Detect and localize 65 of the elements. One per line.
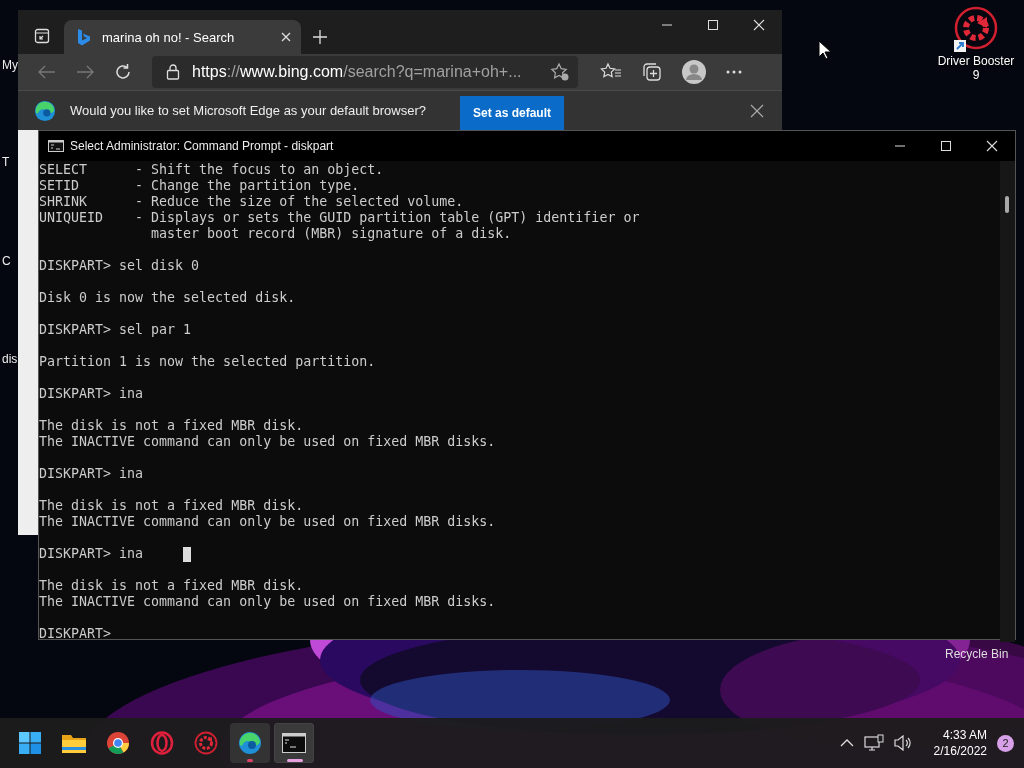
console-line: master boot record (MBR) signature of a disk. xyxy=(150,226,512,242)
console-line: Disk 0 is now the selected disk. xyxy=(39,290,296,306)
default-browser-message: Would you like to set Microsoft Edge as your default browser? xyxy=(70,103,426,118)
refresh-icon[interactable] xyxy=(114,63,132,81)
volume-icon[interactable] xyxy=(893,735,912,751)
b-logo-icon xyxy=(76,28,90,46)
console-line: The disk is not a fixed MBR disk. xyxy=(39,578,304,594)
new-tab-icon[interactable] xyxy=(313,30,327,44)
more-icon[interactable] xyxy=(726,70,742,74)
edge-icon xyxy=(238,731,262,755)
console-line: SETID - Change the partition type. xyxy=(39,178,360,194)
edge-icon xyxy=(34,99,56,122)
tab-actions-icon[interactable] xyxy=(34,28,50,44)
terminal-icon xyxy=(48,140,64,152)
console-line: SELECT - Shift the focus to an object. xyxy=(39,162,384,178)
maximize-icon[interactable] xyxy=(940,140,952,152)
back-icon[interactable] xyxy=(38,65,56,79)
mouse-pointer-icon xyxy=(818,40,832,60)
console-line: The disk is not a fixed MBR disk. xyxy=(39,498,304,514)
scrollbar-thumb[interactable] xyxy=(1005,196,1009,213)
console-line: DISKPART> ina xyxy=(39,546,192,562)
console-line: UNIQUEID - Displays or sets the GUID partition table (GPT) identifier or xyxy=(39,210,640,226)
set-default-button[interactable]: Set as default xyxy=(460,96,564,130)
url-text: https://www.bing.com/search?q=marina+oh+... xyxy=(192,63,523,81)
gear-icon xyxy=(194,731,218,755)
console-line: DISKPART> sel par 1 xyxy=(39,322,192,338)
address-field[interactable]: https://www.bing.com/search?q=marina+oh+... xyxy=(152,56,578,88)
chrome-icon xyxy=(106,731,130,755)
desktop-icon-label: My xyxy=(2,58,18,72)
console-line: The INACTIVE command can only be used on fixed MBR disks. xyxy=(39,434,496,450)
folder-icon xyxy=(61,732,87,754)
console-line: DISKPART> ina xyxy=(39,466,144,482)
add-favorite-icon[interactable] xyxy=(550,62,570,82)
terminal-icon xyxy=(282,733,306,753)
network-icon[interactable] xyxy=(863,734,884,752)
console-line: DISKPART> sel disk 0 xyxy=(39,258,200,274)
gear-shortcut-icon[interactable] xyxy=(952,6,1000,54)
maximize-icon[interactable] xyxy=(707,19,719,31)
taskbar-app[interactable] xyxy=(274,723,314,763)
desktop-icon-label: C xyxy=(2,254,11,268)
windows-logo-icon xyxy=(18,731,42,755)
clock-time[interactable]: 4:33 AM xyxy=(942,727,987,743)
collections-icon[interactable] xyxy=(642,62,662,82)
console-line: SHRINK - Reduce the size of the selected volume. xyxy=(39,194,464,210)
desktop-icon-label: T xyxy=(2,155,10,169)
console-line: DISKPART> xyxy=(39,626,112,642)
console-line: The disk is not a fixed MBR disk. xyxy=(39,418,304,434)
desktop-icon-label: dis xyxy=(2,352,18,366)
chevron-up-icon[interactable] xyxy=(839,738,854,748)
opera-icon xyxy=(150,731,174,755)
recycle-bin-label[interactable]: Recycle Bin xyxy=(945,647,1009,661)
forward-icon[interactable] xyxy=(76,65,94,79)
shortcut-label[interactable]: Driver Booster 9 xyxy=(932,54,1020,82)
console-line: Partition 1 is now the selected partition. xyxy=(39,354,376,370)
window-title: Select Administrator: Command Prompt - diskpart xyxy=(70,139,334,153)
console-line: The INACTIVE command can only be used on fixed MBR disks. xyxy=(39,594,496,610)
console-line: DISKPART> ina xyxy=(39,386,144,402)
scrollbar[interactable] xyxy=(1000,161,1015,642)
notification-count[interactable]: 2 xyxy=(997,734,1014,752)
lock-icon xyxy=(166,64,180,80)
avatar-icon[interactable] xyxy=(682,60,706,84)
console-line: The INACTIVE command can only be used on fixed MBR disks. xyxy=(39,514,496,530)
taskbar-app[interactable] xyxy=(230,723,270,763)
clock-date[interactable]: 2/16/2022 xyxy=(933,743,987,759)
browser-tab[interactable]: marina oh no! - Search xyxy=(64,20,301,54)
